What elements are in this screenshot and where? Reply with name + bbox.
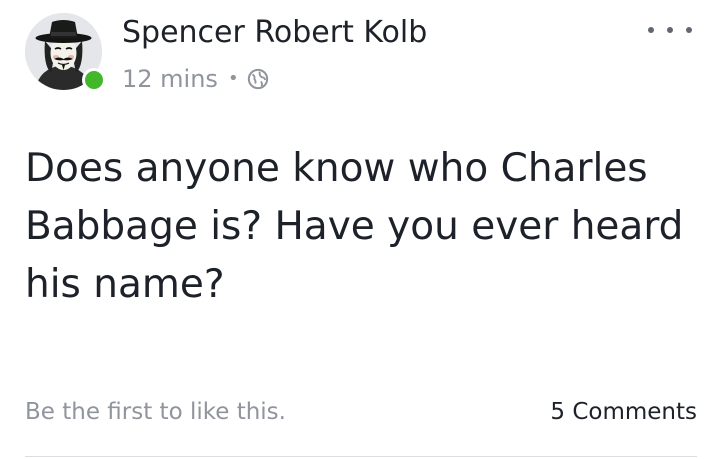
post-text: Does anyone know who Charles Babbage is?… (25, 146, 684, 307)
comments-count[interactable]: 5 Comments (550, 396, 697, 428)
ellipsis-icon (648, 27, 654, 33)
globe-icon[interactable] (247, 68, 269, 90)
post-options-button[interactable] (648, 16, 692, 44)
online-status-dot (82, 68, 106, 92)
meta-separator: • (227, 68, 239, 89)
post-time[interactable]: 12 mins (122, 65, 218, 93)
ellipsis-icon (667, 27, 673, 33)
author-name[interactable]: Spencer Robert Kolb (122, 14, 427, 52)
ellipsis-icon (686, 27, 692, 33)
likes-summary[interactable]: Be the first to like this. (25, 396, 286, 428)
post-meta: 12 mins • (122, 62, 269, 96)
divider (25, 456, 697, 457)
